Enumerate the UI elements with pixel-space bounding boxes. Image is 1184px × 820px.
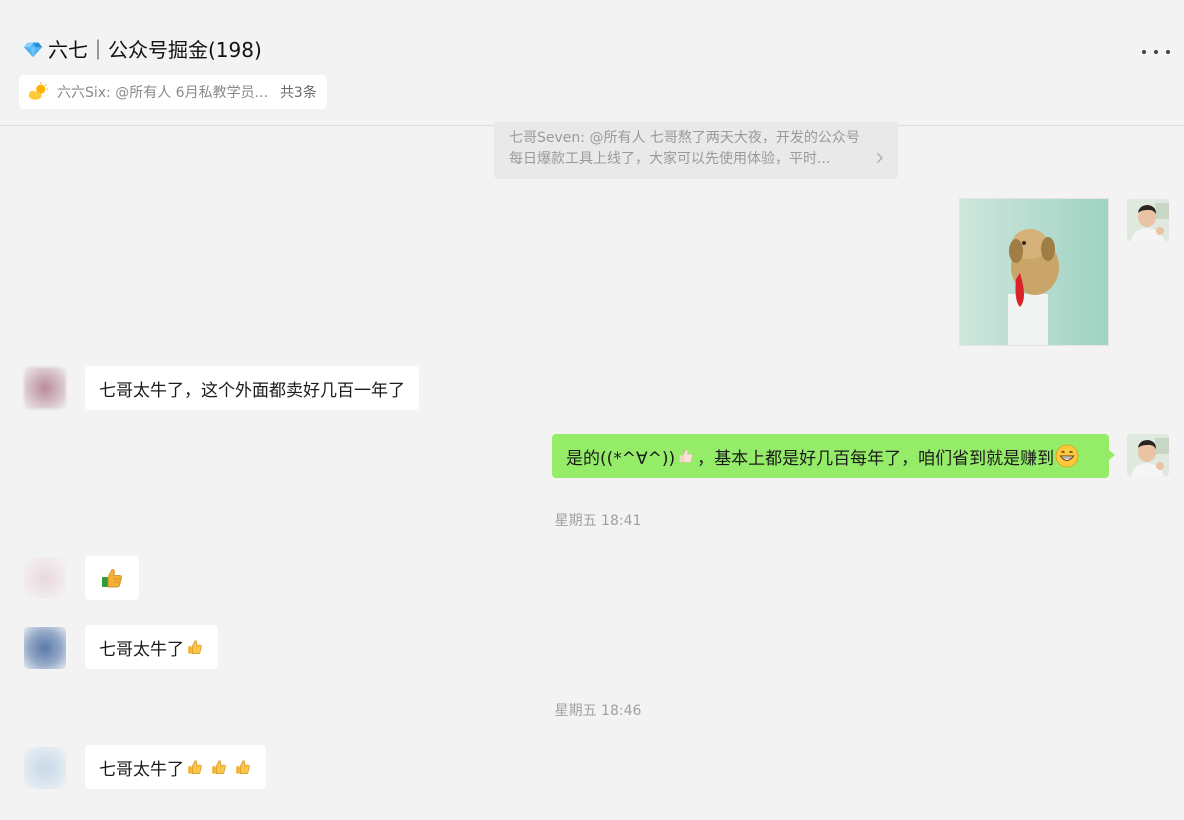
message-text: 七哥太牛了	[99, 759, 184, 780]
member-avatar[interactable]	[24, 557, 66, 599]
thumbs-up-icon	[212, 760, 226, 775]
pinned-count: 共3条	[279, 85, 317, 101]
message-text: 是的((*^∀^))	[566, 448, 676, 469]
quoted-message[interactable]: 七哥Seven: @所有人 七哥熬了两天大夜，开发的公众号每日爆款工具上线了，大…	[494, 122, 898, 179]
message-text: ，基本上都是好几百每年了，咱们省到就是赚到	[697, 448, 1055, 469]
more-button[interactable]	[1142, 44, 1170, 60]
image-message[interactable]	[959, 198, 1109, 346]
more-dot-icon	[1142, 50, 1146, 54]
plush-dog-image	[960, 199, 1108, 345]
member-avatar[interactable]	[24, 367, 66, 409]
chat-title[interactable]: 六七｜公众号掘金(198)	[22, 34, 262, 63]
self-avatar-image	[1127, 434, 1169, 476]
message-bubble[interactable]: 七哥太牛了	[85, 745, 266, 789]
message-text: 七哥太牛了	[99, 639, 184, 660]
sun-cloud-icon	[28, 82, 49, 100]
pinned-announcement[interactable]: 六六Six: @所有人 6月私教学员... 共3条	[19, 75, 327, 109]
message-bubble[interactable]	[85, 556, 139, 600]
more-dot-icon	[1154, 50, 1158, 54]
self-avatar[interactable]	[1127, 434, 1169, 476]
member-avatar[interactable]	[24, 627, 66, 669]
self-avatar[interactable]	[1127, 199, 1169, 241]
message-bubble[interactable]: 七哥太牛了，这个外面都卖好几百一年了	[85, 366, 419, 410]
pinned-text: 六六Six: @所有人 6月私教学员...	[57, 85, 268, 101]
timestamp: 星期五 18:41	[554, 513, 642, 529]
quoted-text: 七哥Seven: @所有人 七哥熬了两天大夜，开发的公众号每日爆款工具上线了，大…	[509, 130, 860, 167]
timestamp: 星期五 18:46	[554, 703, 642, 719]
diamond-icon	[23, 42, 43, 57]
chat-title-text: 六七｜公众号掘金(198)	[48, 38, 262, 62]
thumbs-up-icon	[236, 760, 250, 775]
thumbs-up-light-icon	[679, 449, 693, 463]
thumbs-up-icon	[188, 640, 202, 655]
member-avatar[interactable]	[24, 747, 66, 789]
more-dot-icon	[1166, 50, 1170, 54]
message-text: 七哥太牛了，这个外面都卖好几百一年了	[99, 380, 405, 401]
grinning-face-icon	[1055, 444, 1079, 468]
thumbs-up-icon	[188, 760, 202, 775]
message-bubble-self[interactable]: 是的((*^∀^)) ，基本上都是好几百每年了，咱们省到就是赚到	[552, 434, 1115, 478]
chevron-right-icon	[877, 153, 883, 163]
message-bubble[interactable]: 七哥太牛了	[85, 625, 218, 669]
chat-header: 六七｜公众号掘金(198) 六六Six: @所有人 6月私教学员... 共3条	[0, 0, 1184, 126]
self-avatar-image	[1127, 199, 1169, 241]
thumbs-up-icon	[102, 569, 122, 588]
